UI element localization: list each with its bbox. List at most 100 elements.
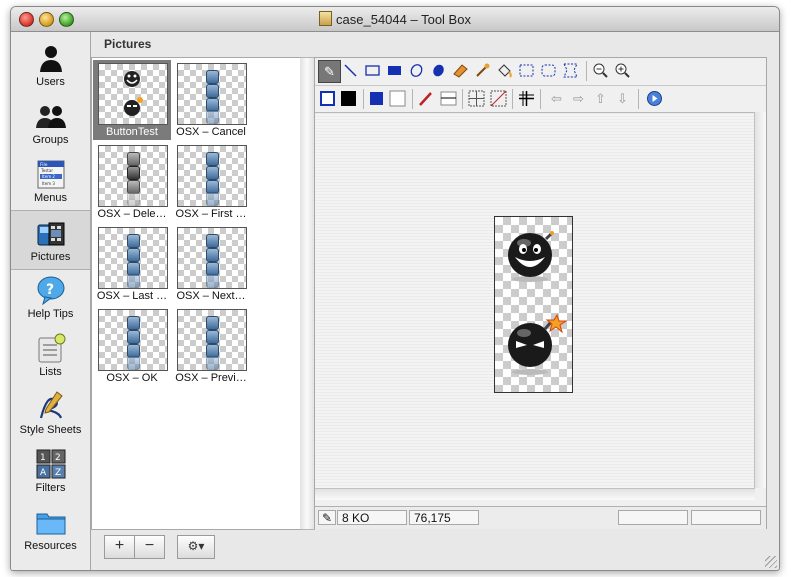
filters-icon: 1 2A Z xyxy=(36,449,65,479)
rounded-select-tool[interactable] xyxy=(538,60,559,81)
paint-bucket-icon xyxy=(498,64,512,78)
rectangle-tool[interactable] xyxy=(362,60,383,81)
button-state-icon xyxy=(206,356,219,370)
pattern-color-swatch[interactable] xyxy=(367,88,388,109)
oval-tool[interactable] xyxy=(406,60,427,81)
canvas-vertical-scrollbar[interactable] xyxy=(754,112,766,488)
picture-item-osx-previous[interactable]: OSX – Previ… xyxy=(172,306,250,386)
line-tool[interactable] xyxy=(340,60,361,81)
button-state-icon xyxy=(206,166,219,180)
line-width-icon xyxy=(440,91,457,106)
sidebar-item-groups[interactable]: Groups xyxy=(11,94,90,152)
sidebar-item-style-sheets[interactable]: Style Sheets xyxy=(11,384,90,442)
remove-picture-button[interactable]: − xyxy=(134,535,165,559)
menus-icon: FileTestarItem 2Item 3 xyxy=(37,160,64,189)
sidebar-item-menus[interactable]: File Testar Item 2 Item 3 Menus xyxy=(11,152,90,210)
oval-outline-icon xyxy=(410,64,423,77)
canvas-horizontal-scrollbar[interactable] xyxy=(315,488,755,500)
picture-item-osx-cancel[interactable]: OSX – Cancel xyxy=(172,60,250,140)
move-right-tool[interactable]: ⇨ xyxy=(568,88,589,109)
black-swatch-icon xyxy=(341,91,356,106)
picture-item-osx-last[interactable]: OSX – Last … xyxy=(93,224,171,304)
line-icon xyxy=(344,64,357,77)
picture-thumbnail xyxy=(98,63,168,125)
grid-off-tool[interactable] xyxy=(488,88,509,109)
toolbar-separator xyxy=(412,89,413,109)
sidebar-item-resources[interactable]: Resources xyxy=(11,500,90,558)
cursor-coordinates: 76,175 xyxy=(409,510,479,525)
title-bar[interactable]: case_54044 – Tool Box xyxy=(11,7,779,32)
button-state-icon xyxy=(206,84,219,98)
info-tool[interactable] xyxy=(644,88,665,109)
eyedropper-tool[interactable] xyxy=(472,60,493,81)
status-tool-indicator: ✎ xyxy=(318,510,336,525)
tool-box-window: case_54044 – Tool Box Users Groups File T… xyxy=(10,6,780,571)
toolbar-separator xyxy=(540,89,541,109)
sidebar-item-lists[interactable]: Lists xyxy=(11,326,90,384)
foreground-color[interactable] xyxy=(339,88,360,109)
filters-key: A xyxy=(40,468,47,478)
sidebar-item-users[interactable]: Users xyxy=(11,36,90,94)
picture-list-scrollbar[interactable] xyxy=(300,57,315,530)
help-tips-icon: ? xyxy=(37,276,64,306)
eraser-tool[interactable] xyxy=(450,60,471,81)
picture-thumbnail xyxy=(177,309,247,371)
arrow-left-icon: ⇦ xyxy=(551,91,562,106)
picture-thumbnail xyxy=(98,145,168,207)
picture-item-osx-first[interactable]: OSX – First … xyxy=(172,142,250,222)
paint-bucket-tool[interactable] xyxy=(494,60,515,81)
grid-off-icon xyxy=(490,90,507,107)
window-resize-grip[interactable] xyxy=(765,556,777,568)
crosshair-tool[interactable] xyxy=(516,88,537,109)
zoom-in-icon xyxy=(615,63,630,78)
move-left-tool[interactable]: ⇦ xyxy=(546,88,567,109)
status-field-empty xyxy=(618,510,688,525)
actions-menu-button[interactable]: ⚙▾ xyxy=(177,535,215,559)
options-toolbar: ⇦ ⇨ ⇧ ⇩ xyxy=(315,85,766,112)
picture-label: OSX – Dele… xyxy=(97,208,167,220)
picture-item-osx-ok[interactable]: OSX – OK xyxy=(93,306,171,386)
button-state-icon xyxy=(127,248,140,262)
pencil-tool[interactable]: ✎ xyxy=(318,60,341,83)
filters-key: 1 xyxy=(40,453,46,463)
line-color-tool[interactable] xyxy=(416,88,437,109)
sidebar-item-filters[interactable]: 12AZ Filters xyxy=(11,442,90,500)
button-state-icon xyxy=(206,192,219,206)
picture-label: OSX – OK xyxy=(106,372,158,384)
filled-oval-tool[interactable] xyxy=(428,60,449,81)
grid-snap-tool[interactable] xyxy=(466,88,487,109)
sidebar-item-help-tips[interactable]: ? Help Tips xyxy=(11,268,90,326)
move-up-tool[interactable]: ⇧ xyxy=(590,88,611,109)
grid-icon xyxy=(468,90,485,107)
move-down-tool[interactable]: ⇩ xyxy=(612,88,633,109)
rectangle-outline-icon xyxy=(365,65,380,76)
fill-color-swatch[interactable] xyxy=(318,88,339,109)
pencil-icon: ✎ xyxy=(324,64,335,79)
button-state-icon xyxy=(127,152,140,166)
arrow-down-icon: ⇩ xyxy=(617,91,628,106)
picture-item-buttontest[interactable]: ButtonTest xyxy=(93,60,171,140)
add-picture-button[interactable]: + xyxy=(104,535,135,559)
picture-item-osx-next[interactable]: OSX – Next… xyxy=(172,224,250,304)
line-width-tool[interactable] xyxy=(438,88,459,109)
sidebar-item-pictures[interactable]: Pictures xyxy=(11,210,90,270)
button-state-icon xyxy=(206,274,219,288)
info-circle-icon xyxy=(647,91,662,106)
button-state-icon xyxy=(206,70,219,84)
lasso-select-tool[interactable] xyxy=(560,60,581,81)
lasso-icon xyxy=(563,63,578,78)
fill-pattern-icon xyxy=(320,91,335,106)
marquee-rect-icon xyxy=(519,64,534,77)
picture-item-osx-delete[interactable]: OSX – Dele… xyxy=(93,142,171,222)
zoom-out-tool[interactable] xyxy=(590,60,611,81)
picture-preview xyxy=(494,216,573,393)
filled-rectangle-tool[interactable] xyxy=(384,60,405,81)
picture-canvas[interactable] xyxy=(315,112,755,489)
picture-list[interactable]: ButtonTest OSX – Cancel OSX – Dele… OSX … xyxy=(91,57,301,530)
background-color[interactable] xyxy=(388,88,409,109)
zoom-in-tool[interactable] xyxy=(612,60,633,81)
picture-thumbnail xyxy=(177,145,247,207)
rect-select-tool[interactable] xyxy=(516,60,537,81)
button-state-icon xyxy=(206,152,219,166)
document-icon xyxy=(319,11,333,26)
